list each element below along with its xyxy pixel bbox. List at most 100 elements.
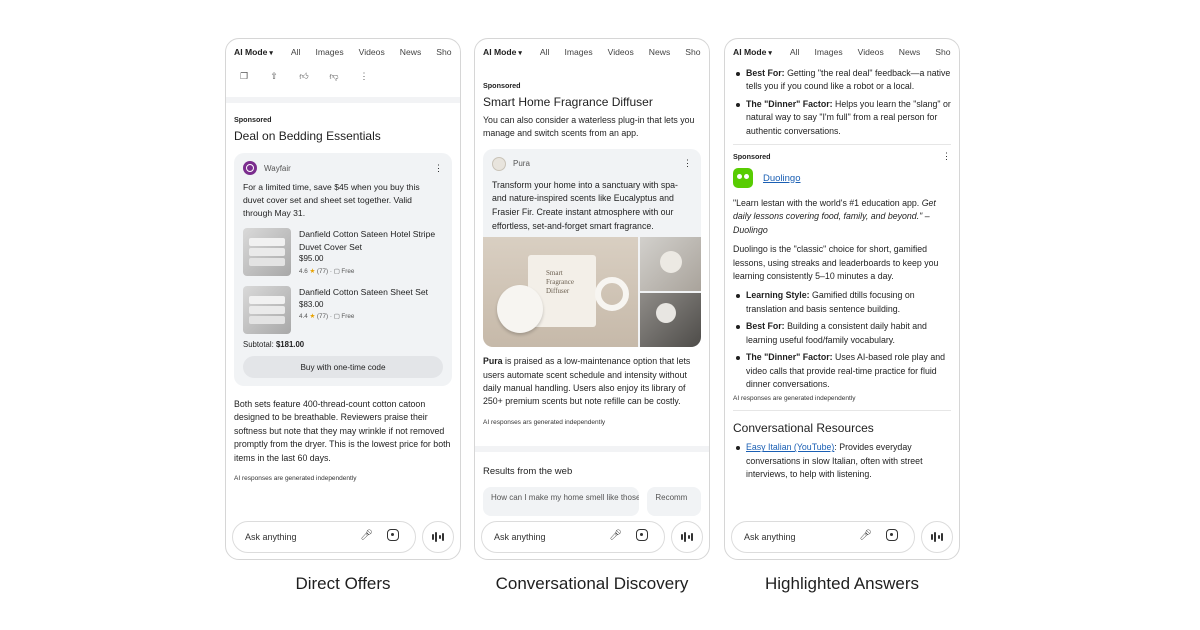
list-item: The "Dinner" Factor: Uses AI-based role … (735, 351, 951, 391)
tab-news[interactable]: News (649, 47, 671, 57)
tab-images[interactable]: Images (814, 47, 842, 57)
product-name[interactable]: Danfield Cotton Sateen Hotel Stripe Duve… (299, 228, 443, 253)
phone-highlighted-answers: AI Mode All Images Videos News Sho Best … (724, 38, 960, 560)
ask-placeholder: Ask anything (744, 532, 796, 542)
buy-button[interactable]: Buy with one-time code (243, 356, 443, 378)
caption-conversational-discovery: Conversational Discovery (495, 574, 689, 593)
lens-icon[interactable] (387, 529, 399, 541)
mic-icon[interactable]: 🎤︎ (360, 530, 373, 541)
response-actions: ❐ ⇧ 👍︎ 👎︎ ⋮ (226, 65, 460, 97)
summary-text: Pura is praised as a low-maintenance opt… (483, 356, 691, 407)
list-item: Easy Italian (YouTube): Provides everyda… (735, 441, 951, 481)
ad-text: Transform your home into a sanctuary wit… (492, 179, 678, 231)
tab-all[interactable]: All (291, 47, 301, 57)
tab-shopping[interactable]: Sho (935, 47, 950, 57)
sponsored-label: Sponsored (483, 81, 521, 90)
sponsored-label: Sponsored (733, 152, 771, 162)
mic-icon[interactable]: 🎤︎ (859, 530, 872, 541)
tab-all[interactable]: All (790, 47, 800, 57)
pura-logo-icon (492, 156, 506, 171)
tab-shopping[interactable]: Sho (685, 47, 700, 57)
ask-placeholder: Ask anything (245, 532, 297, 542)
tab-images[interactable]: Images (315, 47, 343, 57)
ask-input[interactable]: Ask anything 🎤︎ (481, 521, 665, 553)
resource-link[interactable]: Easy Italian (YouTube) (746, 442, 834, 452)
search-tabs: AI Mode All Images Videos News Sho (226, 39, 460, 65)
product-meta: 4.4 ★ (77) · ▢ Free (299, 313, 355, 320)
thumbs-up-icon[interactable]: 👍︎ (298, 71, 310, 97)
ai-disclaimer: AI responses are generated independently (733, 395, 856, 403)
ad-description: Duolingo is the "classic" choice for sho… (733, 244, 939, 282)
advertiser-name[interactable]: Pura (513, 159, 530, 168)
lens-icon[interactable] (886, 529, 898, 541)
mic-icon[interactable]: 🎤︎ (609, 530, 622, 541)
web-results-heading: Results from the web (483, 465, 573, 477)
phone-direct-offers: AI Mode All Images Videos News Sho ❐ ⇧ 👍… (225, 38, 461, 560)
product-item[interactable]: Danfield Cotton Sateen Hotel Stripe Duve… (243, 228, 443, 278)
product-meta: 4.6 ★ (77) · ▢ Free (299, 267, 355, 275)
caption-highlighted-answers: Highlighted Answers (764, 574, 920, 593)
tab-ai-mode[interactable]: AI Mode (234, 47, 273, 57)
ad-card[interactable]: Pura ⋮ Transform your home into a sanctu… (483, 148, 701, 348)
product-item[interactable]: Danfield Cotton Sateen Sheet Set $83.00 … (243, 286, 443, 334)
ad-title: Smart Home Fragrance Diffuser (483, 95, 653, 109)
ai-disclaimer: AI responses ars generated independently (483, 418, 606, 426)
more-vert-icon[interactable]: ⋮ (434, 163, 443, 174)
advertiser-link[interactable]: Duolingo (763, 173, 801, 184)
offer-card: Wayfair ⋮ For a limited time, save $45 w… (234, 153, 452, 386)
product-price: $95.00 (299, 254, 324, 263)
tab-images[interactable]: Images (564, 47, 592, 57)
ad-title: Deal on Bedding Essentials (234, 129, 381, 143)
tab-ai-mode[interactable]: AI Mode (733, 47, 772, 57)
voice-mode-button[interactable] (671, 521, 703, 553)
top-bullet-list: Best For: Getting "the real deal" feedba… (735, 67, 951, 138)
tab-shopping[interactable]: Sho (436, 47, 451, 57)
resource-list: Easy Italian (YouTube): Provides everyda… (733, 441, 951, 481)
tab-videos[interactable]: Videos (608, 47, 634, 57)
ai-disclaimer: AI responses are generated independently (234, 475, 357, 483)
ask-input[interactable]: Ask anything 🎤︎ (731, 521, 915, 553)
voice-mode-button[interactable] (422, 521, 454, 553)
tab-videos[interactable]: Videos (858, 47, 884, 57)
tab-news[interactable]: News (899, 47, 921, 57)
caption-direct-offers: Direct Offers (295, 574, 391, 593)
thumbs-down-icon[interactable]: 👎︎ (328, 71, 340, 97)
ask-placeholder: Ask anything (494, 532, 546, 542)
tab-all[interactable]: All (540, 47, 550, 57)
resources-heading: Conversational Resources (733, 421, 874, 436)
list-item: The "Dinner" Factor: Helps you learn the… (735, 98, 951, 138)
summary-text: Both sets feature 400-thread-count cotto… (234, 399, 451, 463)
ad-quote: "Learn lestan with the world's #1 educat… (733, 198, 936, 235)
more-vert-icon[interactable]: ⋮ (942, 151, 951, 162)
search-tabs: AI Mode All Images Videos News Sho (725, 39, 959, 65)
product-price: $83.00 (299, 299, 324, 309)
tab-news[interactable]: News (400, 47, 422, 57)
advertiser-name[interactable]: Wayfair (264, 164, 291, 173)
bullet-list: Learning Style: Gamified dtills focusing… (733, 289, 951, 391)
ad-images[interactable]: Smart Fragrance Diffuser (483, 237, 701, 348)
voice-mode-button[interactable] (921, 521, 953, 553)
list-item: Best For: Getting "the real deal" feedba… (735, 67, 951, 94)
diffuser-image[interactable]: Smart Fragrance Diffuser (483, 237, 638, 348)
web-result-chip[interactable]: How can I make my home smell like those (483, 486, 640, 516)
list-item: Learning Style: Gamified dtills focusing… (735, 289, 951, 316)
phone-conversational-discovery: AI Mode All Images Videos News Sho Spons… (474, 38, 710, 560)
tab-ai-mode[interactable]: AI Mode (483, 47, 522, 57)
product-image[interactable] (243, 228, 291, 276)
ask-input[interactable]: Ask anything 🎤︎ (232, 521, 416, 553)
diffuser-outlet-image[interactable] (640, 293, 701, 348)
more-vert-icon[interactable]: ⋮ (358, 71, 370, 97)
lens-icon[interactable] (636, 529, 648, 541)
intro-text: You can also consider a waterless plug-i… (483, 115, 695, 139)
product-image[interactable] (243, 286, 291, 334)
copy-icon[interactable]: ❐ (238, 71, 250, 97)
duolingo-logo-icon (733, 168, 753, 189)
subtotal: Subtotal: $181.00 (243, 340, 305, 349)
offer-text: For a limited time, save $45 when you bu… (243, 182, 420, 218)
tab-videos[interactable]: Videos (359, 47, 385, 57)
product-name[interactable]: Danfield Cotton Sateen Sheet Set (299, 286, 428, 299)
web-result-chip[interactable]: Recomm (647, 486, 701, 516)
more-vert-icon[interactable]: ⋮ (683, 158, 692, 169)
share-icon[interactable]: ⇧ (268, 71, 280, 97)
diffuser-wall-image[interactable] (640, 237, 701, 292)
